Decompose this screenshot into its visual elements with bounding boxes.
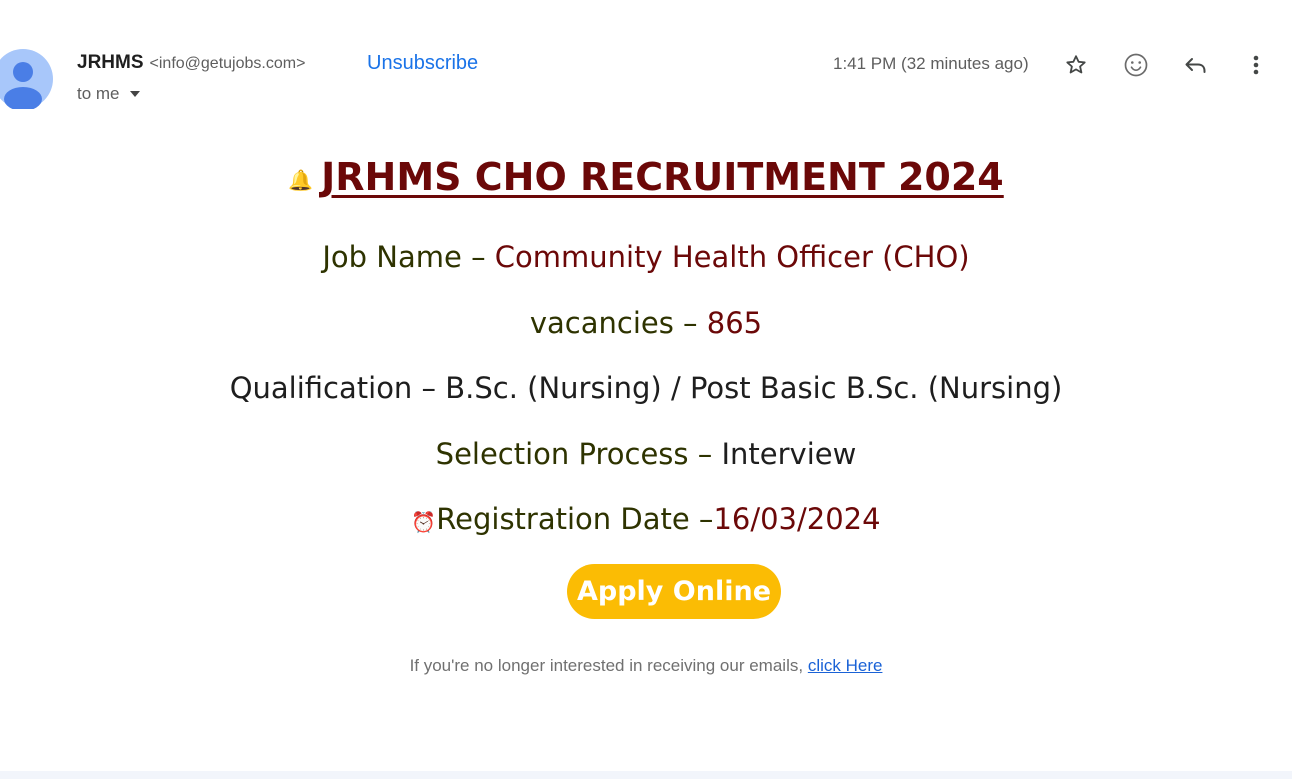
recipient-details-toggle[interactable]: to me — [77, 84, 140, 104]
recipient-label: to me — [77, 84, 120, 103]
sender-email: <info@getujobs.com> — [149, 55, 306, 72]
message-timestamp: 1:41 PM (32 minutes ago) — [833, 54, 1029, 73]
avatar-icon — [0, 49, 53, 109]
qualification-label: Qualification – — [229, 371, 437, 405]
job-name-line: Job Name – Community Health Officer (CHO… — [0, 240, 1292, 274]
vacancies-line: vacancies – 865 — [0, 306, 1292, 340]
click-here-link[interactable]: click Here — [808, 656, 883, 675]
reply-icon — [1185, 58, 1206, 73]
sender-name[interactable]: JRHMS — [77, 52, 144, 74]
star-icon — [1066, 55, 1086, 74]
headline-text: JRHMS CHO RECRUITMENT 2024 — [321, 155, 1004, 199]
qualification-value: B.Sc. (Nursing) / Post Basic B.Sc. (Nurs… — [445, 371, 1063, 405]
selection-process-line: Selection Process – Interview — [0, 437, 1292, 471]
registration-date-label: Registration Date – — [436, 502, 714, 536]
job-name-label: Job Name – — [322, 240, 486, 274]
job-name-value: Community Health Officer (CHO) — [494, 240, 970, 274]
apply-online-button[interactable]: Apply Online — [567, 564, 781, 619]
email-headline: 🔔 JRHMS CHO RECRUITMENT 2024 — [0, 155, 1292, 199]
star-button[interactable] — [1061, 50, 1091, 80]
sender-line: JRHMS <info@getujobs.com> — [77, 52, 305, 76]
chevron-down-icon — [129, 91, 140, 97]
alarm-clock-icon: ⏰ — [411, 510, 437, 534]
bottom-divider — [0, 771, 1292, 779]
reply-button[interactable] — [1181, 50, 1211, 80]
registration-date-value: 16/03/2024 — [713, 502, 881, 536]
selection-process-value: Interview — [721, 437, 857, 471]
footer-text: If you're no longer interested in receiv… — [409, 656, 804, 675]
bell-icon: 🔔 — [288, 167, 314, 192]
add-reaction-button[interactable] — [1121, 50, 1151, 80]
registration-date-line: ⏰Registration Date –16/03/2024 — [0, 502, 1292, 536]
sender-avatar[interactable] — [0, 49, 53, 109]
apply-online-wrapper: Apply Online — [567, 564, 781, 619]
add-reaction-icon — [1124, 53, 1148, 77]
unsubscribe-footer: If you're no longer interested in receiv… — [0, 656, 1292, 676]
vacancies-label: vacancies – — [529, 306, 698, 340]
vacancies-value: 865 — [706, 306, 763, 340]
qualification-line: Qualification – B.Sc. (Nursing) / Post B… — [0, 371, 1292, 405]
unsubscribe-link[interactable]: Unsubscribe — [367, 52, 478, 75]
selection-process-label: Selection Process – — [435, 437, 713, 471]
more-options-icon — [1253, 55, 1259, 75]
more-options-button[interactable] — [1241, 50, 1271, 80]
